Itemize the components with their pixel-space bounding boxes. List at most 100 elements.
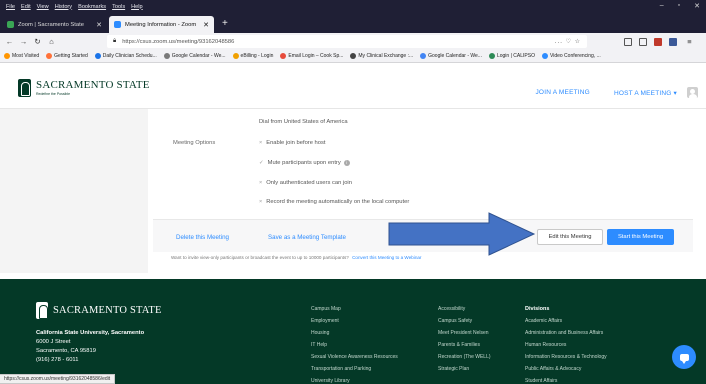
bookmark-item[interactable]: Login | CALIPSO [488,53,535,59]
bookmark-label: Login | CALIPSO [496,53,535,59]
check-icon: ✓ [259,160,264,166]
sidebar-icon[interactable] [639,37,647,46]
bookmark-item[interactable]: Getting Started [46,53,88,59]
address-line: Sacramento, CA 95819 [36,348,96,354]
bookmark-item[interactable]: Google Calendar - We... [163,53,226,59]
forward-icon[interactable]: → [18,37,29,46]
footer-link[interactable]: Strategic Plan [438,363,491,375]
page-actions[interactable]: ... ♡ ☆ [555,38,581,45]
menu-history[interactable]: History [55,4,72,10]
option-label: Record the meeting automatically on the … [266,199,410,205]
menu-edit[interactable]: Edit [21,4,31,10]
chat-bubble-icon [679,353,689,364]
host-meeting-dropdown[interactable]: HOST A MEETING ▾ [614,89,677,97]
bookmark-item[interactable]: Daily Clinician Schedu... [94,53,157,59]
tab-close-icon[interactable]: ✕ [203,21,209,29]
tab-meeting-information[interactable]: Meeting Information - Zoom ✕ [109,16,214,33]
university-name: California State University, Sacramento [36,330,145,336]
edit-meeting-button[interactable]: Edit this Meeting [537,229,603,245]
bookmark-label: Video Conferencing, ... [549,53,601,59]
bookmark-item[interactable]: Most Visited [4,53,39,59]
footer-link[interactable]: Campus Map [311,303,398,315]
bookmark-icon [488,53,495,59]
footer-link[interactable]: Information Resources & Technology [525,351,607,363]
window-controls: – ▫ ✕ [660,2,700,10]
bookmark-item[interactable]: eBilling - Login [232,53,273,59]
footer-link[interactable]: Recreation (The WELL) [438,351,491,363]
library-icon[interactable] [624,37,632,46]
extension-icon[interactable] [654,37,662,46]
menu-help[interactable]: Help [131,4,143,10]
sac-state-logo[interactable]: SACRAMENTO STATE Redefine the Possible [18,79,150,97]
footer-link[interactable]: Transportation and Parking [311,363,398,375]
footer-link[interactable]: Meet President Nelsen [438,327,491,339]
bookmark-item[interactable]: Video Conferencing, ... [541,53,601,59]
divisions-heading: Divisions [525,306,550,312]
minimize-icon[interactable]: – [660,2,664,10]
start-meeting-button[interactable]: Start this Meeting [607,229,674,245]
save-template-button[interactable]: Save as a Meeting Template [268,234,346,241]
bookmark-label: My Clinical Exchange :... [358,53,414,59]
menu-tools[interactable]: Tools [112,4,125,10]
footer-link[interactable]: Public Affairs & Advocacy [525,363,607,375]
dial-in-text: Dial from United States of America [259,119,348,125]
url-bar[interactable]: 🔒︎ https://csus.zoom.us/meeting/93162048… [107,35,587,48]
footer-link[interactable]: Sexual Violence Awareness Resources [311,351,398,363]
url-text[interactable]: https://csus.zoom.us/meeting/93162048586 [122,39,555,45]
footer-link[interactable]: Student Affairs [525,375,607,384]
bookmark-icon [94,53,101,59]
footer-link[interactable]: Housing [311,327,398,339]
menu-icon[interactable]: ≡ [684,37,695,46]
reload-icon[interactable]: ↻ [32,37,43,46]
footer-link[interactable]: Academic Affairs [525,315,607,327]
toolbar-icons: ≡ [624,37,698,46]
footer-link[interactable]: Administration and Business Affairs [525,327,607,339]
footer-link[interactable]: Employment [311,315,398,327]
close-window-icon[interactable]: ✕ [694,2,700,10]
extension-icon[interactable] [669,37,677,46]
join-meeting-link[interactable]: JOIN A MEETING [535,89,589,96]
footer-logo[interactable]: SACRAMENTO STATE [36,302,162,319]
home-icon[interactable]: ⌂ [46,37,57,46]
menu-bookmarks[interactable]: Bookmarks [78,4,106,10]
bookmark-item[interactable]: My Clinical Exchange :... [350,53,413,59]
bookmark-label: Google Calendar - We... [171,53,226,59]
bookmark-label: Daily Clinician Schedu... [102,53,157,59]
maximize-icon[interactable]: ▫ [678,2,680,10]
option-label: Enable join before host [266,140,326,146]
logo-text: SACRAMENTO STATE [36,79,150,91]
bookmark-item[interactable]: Email Login – Cook Sp... [280,53,343,59]
info-icon[interactable]: i [343,160,350,166]
tab-zoom-sacstate[interactable]: Zoom | Sacramento State ✕ [2,16,107,33]
bookmark-label: Google Calendar - We... [428,53,482,59]
chat-button[interactable] [672,345,696,369]
back-icon[interactable]: ← [4,37,15,46]
delete-meeting-button[interactable]: Delete this Meeting [176,234,229,241]
footer-link[interactable]: Parents & Families [438,339,491,351]
option-label: Mute participants upon entry [267,160,341,166]
menu-file[interactable]: File [6,4,15,10]
globe-icon [350,53,357,59]
avatar[interactable] [687,87,698,98]
hornet-logo-icon [18,79,31,97]
phone-number: (916) 278 - 6011 [36,357,79,363]
footer-link[interactable]: IT Help [311,339,398,351]
tab-close-icon[interactable]: ✕ [96,21,102,29]
webinar-prompt-text: Want to invite view-only participants or… [171,255,349,260]
footer-link[interactable]: Campus Safety [438,315,491,327]
address-line: 6000 J Street [36,339,71,345]
footer-link[interactable]: University Library [311,375,398,384]
new-tab-button[interactable]: + [216,18,234,29]
bookmark-item[interactable]: Google Calendar - We... [420,53,482,59]
bookmarks-bar: Most Visited Getting Started Daily Clini… [0,50,706,63]
convert-webinar-link[interactable]: Convert this Meeting to a Webinar [352,255,421,260]
footer-link[interactable]: Accessibility [438,303,491,315]
left-panel [0,109,148,273]
menu-view[interactable]: View [37,4,49,10]
site-header: SACRAMENTO STATE Redefine the Possible J… [0,63,706,109]
meeting-options-label: Meeting Options [173,140,216,146]
lock-icon[interactable]: 🔒︎ [113,38,116,45]
x-icon: × [259,199,263,205]
hornet-logo-icon [36,302,48,319]
footer-link[interactable]: Human Resources [525,339,607,351]
